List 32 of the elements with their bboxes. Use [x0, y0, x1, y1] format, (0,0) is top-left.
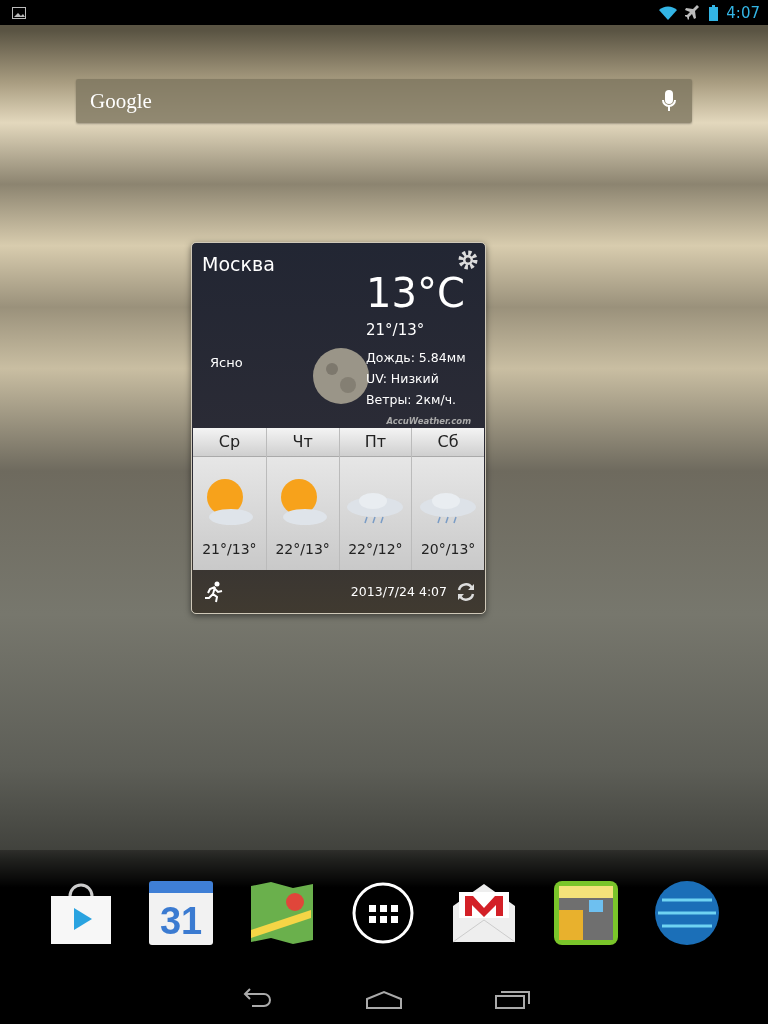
running-person-icon[interactable] [204, 580, 224, 603]
refresh-icon[interactable] [455, 580, 477, 603]
weather-detail: Ветры: 2км/ч. [366, 391, 458, 409]
weather-detail: UV: Низкий [366, 370, 440, 388]
image-icon [12, 6, 26, 19]
high-low-temperature: 21°/13° [366, 321, 426, 339]
forecast-day: Пт [339, 428, 412, 457]
settings-icon[interactable] [457, 249, 479, 271]
weather-widget[interactable]: Москва Ясно 13°C 21°/13° Дождь: 5.84мм UV: Низкий Ветры: 2км/ч. AccuWeather.com Ср 21°/13° Чт 22°/13° Пт 22°/12° Сб 20°/13° 2013/7/24 4:07 [191, 242, 486, 614]
map-icon[interactable] [248, 879, 315, 946]
battery-icon [709, 4, 719, 21]
current-temperature: 13°C [366, 271, 466, 315]
forecast-day: Сб [412, 428, 484, 457]
weather-detail: Дождь: 5.84мм [366, 349, 467, 367]
weather-condition: Ясно [210, 355, 244, 370]
microphone-icon[interactable] [662, 90, 676, 112]
forecast-temperature: 21°/13° [202, 541, 257, 557]
globe-icon[interactable] [654, 879, 721, 946]
provider-logo: AccuWeather.com [386, 416, 471, 426]
wifi-icon [659, 5, 678, 20]
calendar-icon[interactable]: 31 [149, 880, 214, 945]
forecast-temperature: 22°/13° [275, 541, 330, 557]
forecast-temperature: 20°/13° [420, 541, 476, 557]
block-puzzle-icon[interactable] [552, 879, 619, 946]
city-name: Москва [202, 253, 276, 275]
forecast-day: Чт [266, 428, 339, 457]
airplane-icon [685, 4, 702, 21]
clock-time: 4:07 [726, 3, 760, 22]
update-time: 2013/7/24 4:07 [350, 584, 447, 599]
search-field[interactable]: Google [76, 79, 692, 123]
forecast-day: Ср [193, 428, 266, 457]
forecast-temperature: 22°/12° [348, 541, 403, 557]
